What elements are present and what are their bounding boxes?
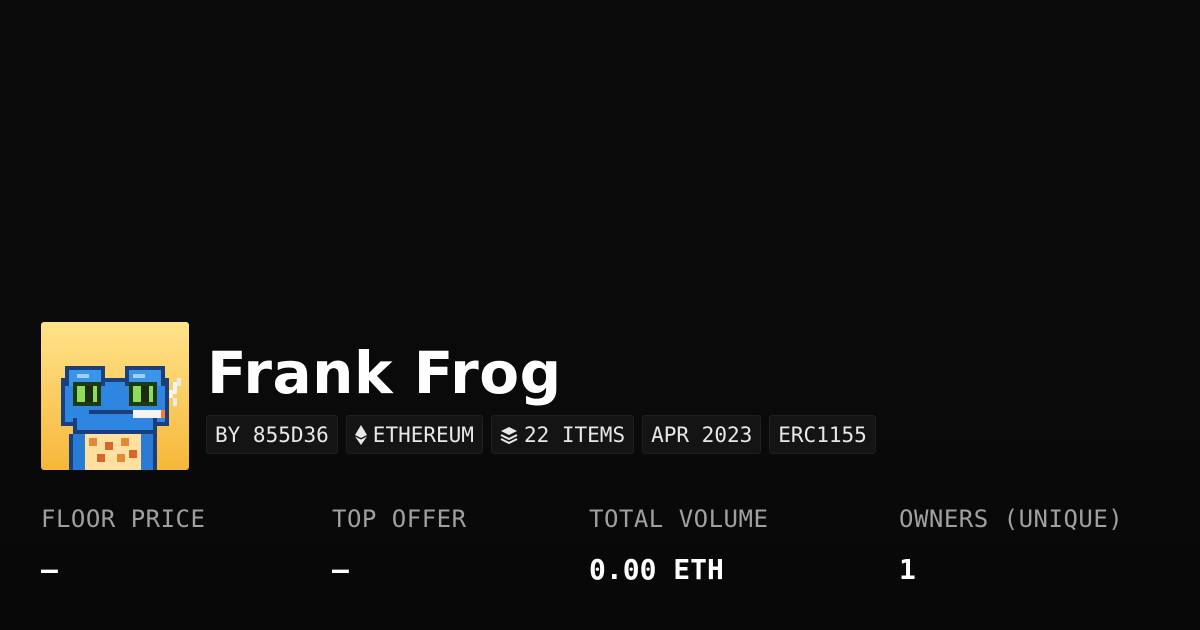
floor-price-value: –	[41, 553, 58, 586]
date-tag: APR 2023	[642, 415, 762, 454]
collection-avatar	[41, 322, 189, 470]
creator-tag-label: BY 855D36	[215, 422, 329, 447]
standard-tag: ERC1155	[769, 415, 876, 454]
collection-title: Frank Frog	[207, 339, 562, 407]
owners-label: OWNERS (UNIQUE)	[899, 505, 1124, 533]
items-tag-label: 22 ITEMS	[523, 422, 626, 447]
collection-tags: BY 855D36 ETHEREUM 22 ITEMS APR 2023 ERC…	[206, 415, 876, 454]
date-tag-label: APR 2023	[651, 422, 753, 447]
top-offer-value: –	[332, 553, 349, 586]
ethereum-icon	[354, 424, 367, 445]
items-tag[interactable]: 22 ITEMS	[490, 415, 635, 454]
creator-tag[interactable]: BY 855D36	[206, 415, 338, 454]
total-volume-label: TOTAL VOLUME	[589, 505, 769, 533]
top-offer-label: TOP OFFER	[332, 505, 467, 533]
page-background	[0, 0, 1200, 630]
frog-avatar-icon	[41, 322, 189, 470]
chain-tag-label: ETHEREUM	[372, 422, 474, 447]
standard-tag-label: ERC1155	[778, 422, 867, 447]
chain-tag[interactable]: ETHEREUM	[345, 415, 483, 454]
owners-value: 1	[899, 553, 916, 586]
total-volume-value: 0.00 ETH	[589, 553, 724, 586]
layers-icon	[500, 426, 518, 444]
floor-price-label: FLOOR PRICE	[41, 505, 206, 533]
